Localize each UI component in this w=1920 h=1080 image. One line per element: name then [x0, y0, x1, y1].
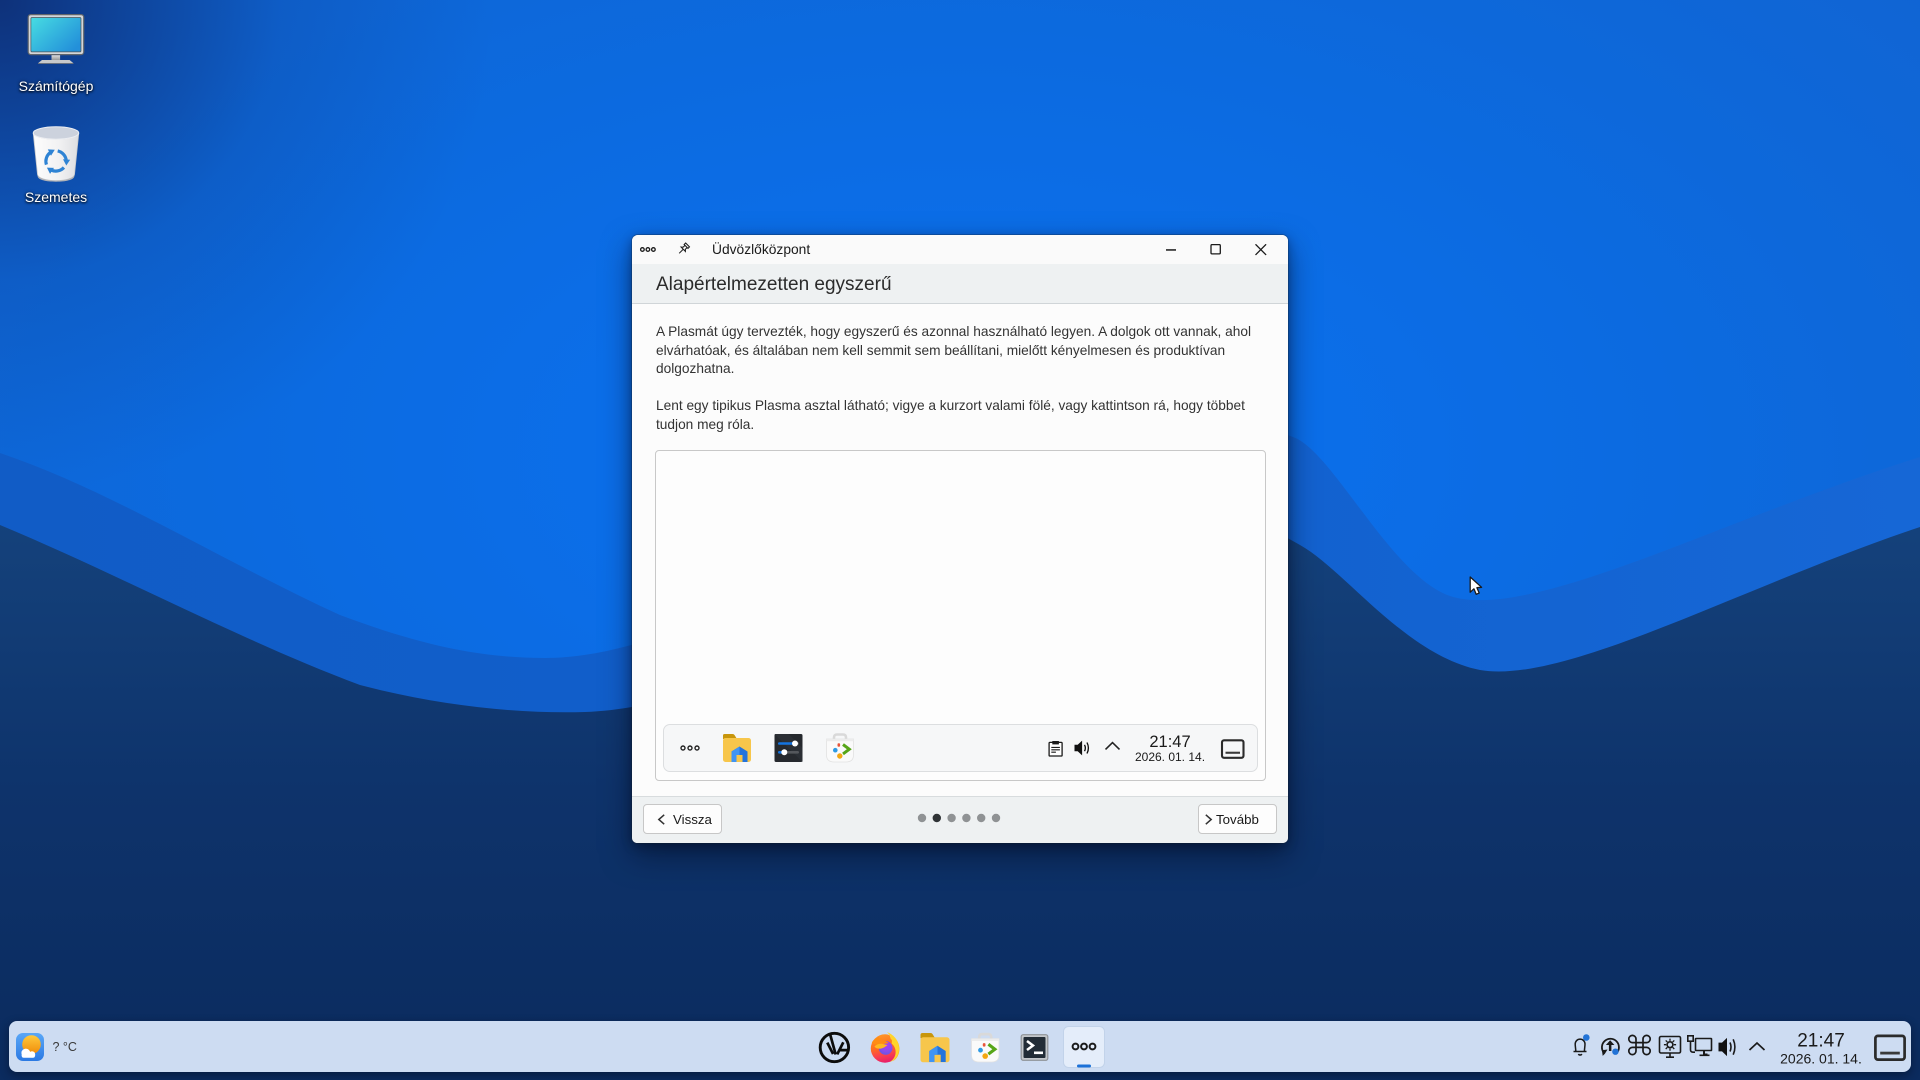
svg-text:? °C: ? °C: [53, 1040, 77, 1054]
svg-text:21:47: 21:47: [1149, 733, 1190, 751]
svg-text:2026. 01. 14.: 2026. 01. 14.: [1780, 1051, 1862, 1067]
svg-text:21:47: 21:47: [1797, 1031, 1845, 1052]
svg-text:2026. 01. 14.: 2026. 01. 14.: [1135, 750, 1205, 764]
